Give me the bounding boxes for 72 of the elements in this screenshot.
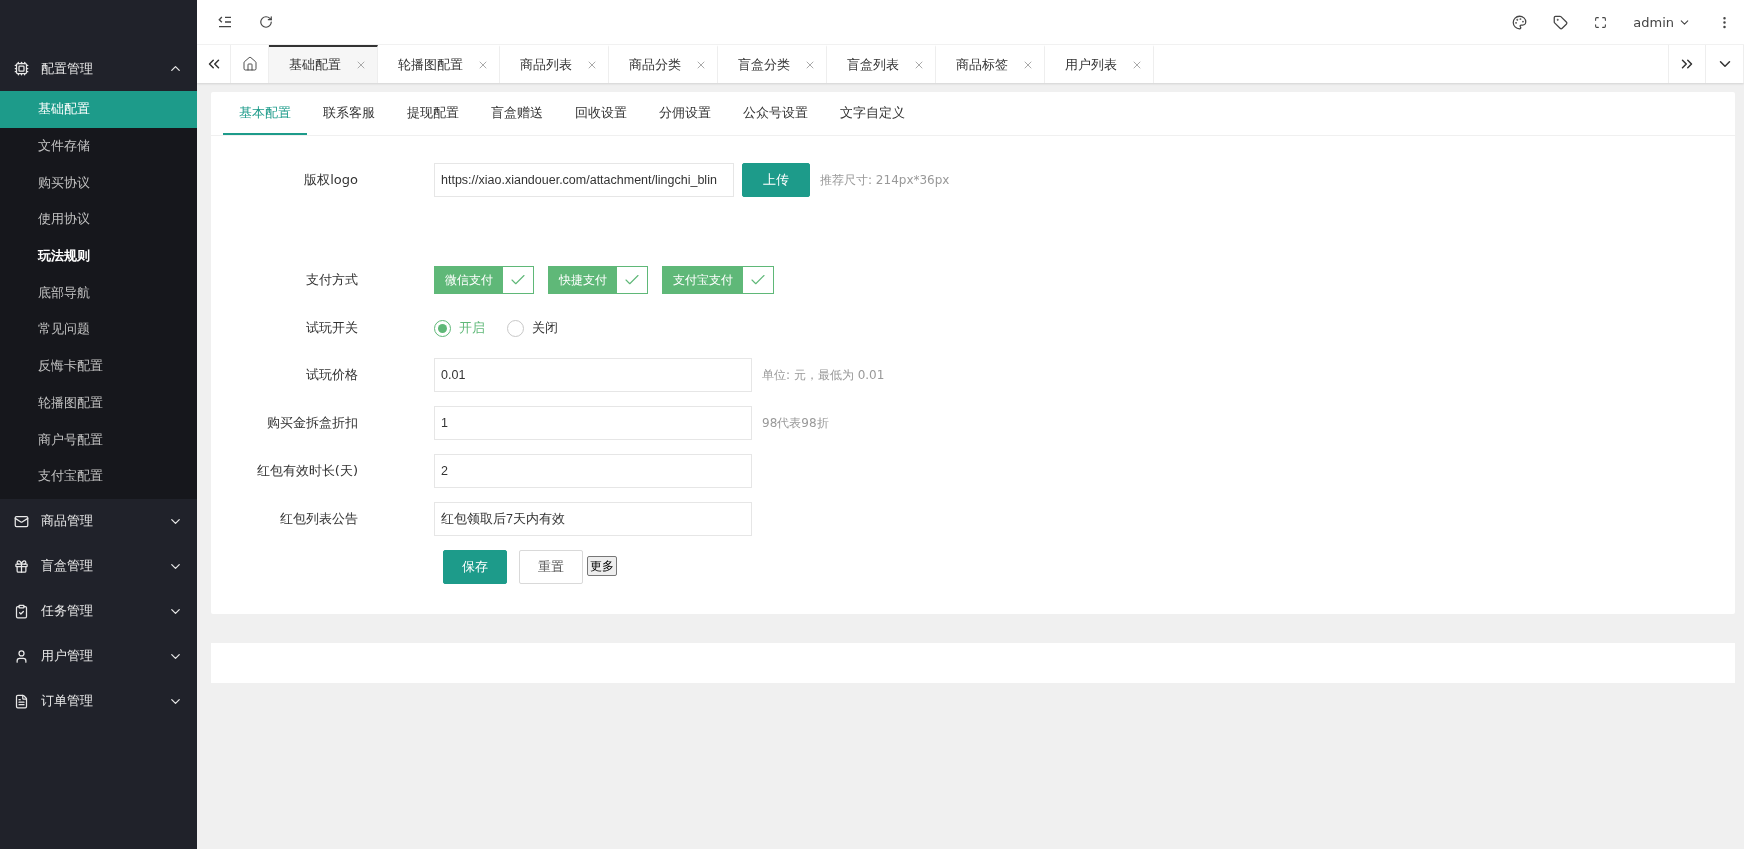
- sidebar-group[interactable]: 商品管理: [0, 498, 197, 544]
- settings-tab[interactable]: 分佣设置: [643, 92, 727, 135]
- sidebar-item[interactable]: 常见问题: [0, 311, 197, 348]
- sidebar-item[interactable]: 反悔卡配置: [0, 347, 197, 385]
- close-icon[interactable]: [355, 59, 367, 71]
- page-tab[interactable]: 轮播图配置: [378, 45, 500, 83]
- palette-icon[interactable]: [1512, 14, 1528, 30]
- sidebar-item[interactable]: 支付宝配置: [0, 457, 197, 495]
- field-label: 试玩价格: [305, 366, 359, 384]
- page-tab[interactable]: 商品分类: [609, 45, 718, 83]
- field-label: 红包有效时长(天): [255, 462, 359, 480]
- close-icon[interactable]: [477, 59, 489, 71]
- field-label: 版权logo: [303, 171, 359, 189]
- field-label: 购买金拆盒折扣: [266, 414, 359, 432]
- settings-tab[interactable]: 提现配置: [391, 92, 475, 135]
- close-icon[interactable]: [695, 59, 707, 71]
- settings-tab[interactable]: 联系客服: [307, 92, 391, 135]
- sidebar-item[interactable]: 使用协议: [0, 201, 197, 238]
- settings-tab[interactable]: 盲盒赠送: [475, 92, 559, 135]
- page-tab[interactable]: 盲盒分类: [718, 45, 827, 83]
- sidebar-group[interactable]: 配置管理: [0, 46, 197, 91]
- text-field[interactable]: 红包领取后7天内有效: [434, 502, 752, 536]
- gift-icon: [14, 558, 29, 574]
- close-icon[interactable]: [586, 59, 598, 71]
- field-label: 试玩开关: [305, 319, 359, 337]
- settings-tab[interactable]: 文字自定义: [824, 92, 921, 135]
- close-icon[interactable]: [804, 59, 816, 71]
- sidebar-item[interactable]: 购买协议: [0, 164, 197, 202]
- close-icon[interactable]: [1022, 59, 1034, 71]
- sidebar-group[interactable]: 任务管理: [0, 588, 197, 634]
- field-label: 支付方式: [305, 271, 359, 289]
- close-icon[interactable]: [1131, 59, 1143, 71]
- field-label: 红包列表公告: [279, 510, 359, 528]
- tag-icon[interactable]: [1553, 14, 1569, 30]
- sidebar-group[interactable]: 订单管理: [0, 678, 197, 724]
- page-tab[interactable]: 商品列表: [500, 45, 609, 83]
- page-tab[interactable]: 基础配置: [269, 45, 378, 83]
- sidebar-item[interactable]: 文件存储: [0, 127, 197, 165]
- user-menu[interactable]: admin: [1633, 14, 1691, 30]
- text-field[interactable]: 1: [434, 406, 752, 440]
- envelope-icon: [14, 513, 29, 529]
- sidebar-item[interactable]: 轮播图配置: [0, 384, 197, 422]
- field-hint: 单位: 元，最低为 0.01: [762, 366, 885, 384]
- text-field[interactable]: 0.01: [434, 358, 752, 392]
- sidebar-item[interactable]: 商户号配置: [0, 421, 197, 458]
- settings-tab[interactable]: 基本配置: [223, 92, 307, 135]
- refresh-icon[interactable]: [259, 15, 273, 29]
- reset-button[interactable]: 重置: [519, 550, 583, 584]
- home-icon: [241, 56, 258, 72]
- menu-fold-icon[interactable]: [217, 14, 233, 30]
- scroll-right-button[interactable]: [1668, 45, 1706, 83]
- fullscreen-icon[interactable]: [1594, 15, 1608, 29]
- chip-icon: [14, 61, 29, 76]
- page-tab[interactable]: 盲盒列表: [827, 45, 936, 83]
- page-tab[interactable]: 用户列表: [1045, 45, 1154, 83]
- settings-tab[interactable]: 回收设置: [559, 92, 643, 135]
- size-hint: 推荐尺寸: 214px*36px: [820, 171, 950, 189]
- sidebar-group[interactable]: 盲盒管理: [0, 543, 197, 589]
- page-tab[interactable]: 商品标签: [936, 45, 1045, 83]
- settings-tab[interactable]: 公众号设置: [727, 92, 824, 135]
- radio-option[interactable]: 关闭: [507, 319, 558, 337]
- text-field[interactable]: 2: [434, 454, 752, 488]
- sidebar-item[interactable]: 玩法规则: [0, 237, 197, 275]
- field-hint: 98代表98折: [762, 414, 829, 432]
- logo-url-field[interactable]: https://xiao.xiandouer.com/attachment/lingchi_blin: [434, 163, 734, 197]
- sidebar-group[interactable]: 用户管理: [0, 633, 197, 679]
- sidebar-item[interactable]: 底部导航: [0, 274, 197, 312]
- more-button[interactable]: 更多: [587, 556, 617, 576]
- document-icon: [14, 693, 29, 709]
- clipboard-check-icon: [14, 603, 29, 619]
- close-icon[interactable]: [913, 59, 925, 71]
- user-icon: [14, 648, 29, 664]
